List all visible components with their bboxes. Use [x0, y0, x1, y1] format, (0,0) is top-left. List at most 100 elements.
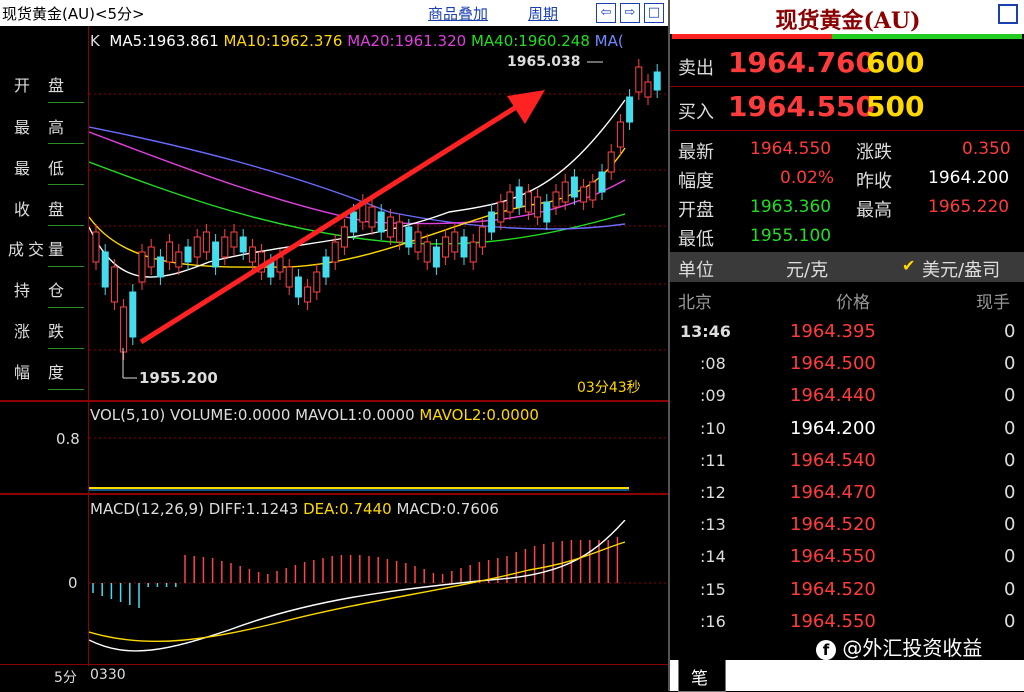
- tick-header-volume: 现手: [976, 293, 1010, 313]
- macd-chart[interactable]: [89, 520, 667, 664]
- next-arrow-icon[interactable]: ⇨: [620, 3, 640, 23]
- tick-time: :13: [700, 515, 726, 535]
- high-annotation: 1965.038: [507, 54, 581, 70]
- date-indicator: 0330: [90, 667, 126, 683]
- tick-price: 1964.440: [790, 385, 876, 407]
- label-volume: 成交量: [8, 240, 69, 259]
- divider: [48, 348, 84, 349]
- tick-volume: 0: [1004, 482, 1016, 503]
- candle-body: [460, 236, 468, 258]
- candle-body: [239, 236, 247, 253]
- macd-label: MACD(12,26,9): [90, 500, 204, 518]
- tick-time: :08: [700, 354, 726, 374]
- label-high: 最高: [14, 118, 83, 137]
- high-marker: 1965.038: [507, 54, 603, 70]
- candle-body: [607, 151, 615, 173]
- candle-body: [423, 241, 431, 263]
- tick-row: :10 1964.200 0: [670, 415, 1024, 445]
- watermark: f @外汇投资收益: [816, 632, 982, 661]
- macd-legend: MACD(12,26,9) DIFF:1.1243 DEA:0.7440 MAC…: [90, 500, 499, 518]
- candle-body: [248, 246, 256, 263]
- label-change: 涨跌: [14, 322, 83, 341]
- tab-ticks[interactable]: 笔: [678, 660, 726, 692]
- candle-body: [175, 251, 183, 268]
- candle-body: [488, 211, 496, 233]
- trend-arrow-icon: [139, 90, 545, 345]
- tick-row: :14 1964.550 0: [670, 543, 1024, 573]
- candle-body: [524, 191, 532, 213]
- macd-line: [89, 520, 626, 652]
- kline-legend: K MA5:1963.861 MA10:1962.376 MA20:1961.3…: [90, 32, 624, 50]
- label-open: 开盘: [14, 76, 83, 95]
- tick-header-price: 价格: [836, 293, 870, 313]
- ma10-value: MA10:1962.376: [223, 32, 343, 50]
- layout-icon[interactable]: □: [644, 3, 664, 23]
- candle-body: [616, 121, 624, 148]
- candle-body: [561, 181, 569, 203]
- candle-body: [184, 246, 192, 263]
- buy-volume: 500: [866, 90, 925, 123]
- period-link[interactable]: 周期: [528, 3, 558, 24]
- label-low: 最低: [14, 159, 83, 178]
- candle-body: [598, 171, 606, 193]
- kline-chart[interactable]: 1955.200 1965.038 03分43秒: [89, 52, 667, 400]
- divider: [48, 266, 84, 267]
- divider: [48, 143, 84, 144]
- sell-label: 卖出: [678, 58, 714, 79]
- tick-time: :14: [700, 547, 726, 567]
- pct-label: 幅度: [678, 171, 714, 192]
- ma-more: MA(: [594, 32, 624, 50]
- divider: [0, 493, 668, 495]
- change-label: 涨跌: [856, 142, 892, 163]
- candle-body: [110, 266, 118, 303]
- low-annotation: 1955.200: [139, 369, 218, 387]
- unit-value[interactable]: 元/克: [786, 256, 828, 282]
- pct-value: 0.02%: [780, 168, 835, 188]
- candle-body: [221, 236, 229, 258]
- tick-time: :10: [700, 418, 726, 438]
- kline-prefix: K: [90, 32, 100, 50]
- mavol2-value: MAVOL2:0.0000: [419, 406, 539, 424]
- candle-body: [368, 206, 376, 228]
- high-value: 1965.220: [928, 197, 1010, 217]
- candle-body: [340, 226, 348, 248]
- candle-body: [589, 181, 597, 201]
- tick-time: :12: [700, 483, 726, 502]
- candle-body: [396, 221, 404, 243]
- tick-volume: 0: [1004, 385, 1016, 407]
- tick-price: 1964.550: [790, 546, 876, 568]
- dea-value: DEA:0.7440: [303, 500, 392, 518]
- candle-body: [644, 81, 652, 98]
- buy-price[interactable]: 1964.550: [728, 90, 875, 123]
- sentiment-bar-green: [832, 34, 1022, 39]
- tab-bar: 笔: [670, 660, 1024, 692]
- candle-body: [377, 211, 385, 233]
- candle-body: [350, 211, 358, 233]
- candle-body: [129, 291, 137, 338]
- divider: [0, 400, 668, 402]
- candle-body: [294, 276, 302, 298]
- candle-body: [166, 241, 174, 263]
- unit-alt[interactable]: 美元/盎司: [922, 256, 1000, 282]
- maximize-icon[interactable]: [998, 4, 1018, 24]
- ma40-value: MA40:1960.248: [470, 32, 590, 50]
- overlay-link[interactable]: 商品叠加: [428, 3, 488, 24]
- prev-close-label: 昨收: [856, 171, 892, 192]
- low-value: 1955.100: [750, 226, 832, 246]
- ma20-value: MA20:1961.320: [347, 32, 467, 50]
- prev-arrow-icon[interactable]: ⇦: [596, 3, 616, 23]
- sell-volume: 600: [866, 46, 925, 79]
- candle-body: [552, 191, 560, 208]
- candle-body: [202, 231, 210, 253]
- sell-price[interactable]: 1964.760: [728, 46, 875, 79]
- facebook-icon: f: [816, 640, 836, 660]
- tick-price: 1964.500: [790, 353, 876, 375]
- candle-body: [331, 241, 339, 263]
- candle-body: [405, 226, 413, 248]
- volume-chart[interactable]: [89, 430, 667, 492]
- divider: [48, 307, 84, 308]
- tick-list[interactable]: 13:46 1964.395 0:08 1964.500 0:09 1964.440 0:1…: [670, 318, 1024, 654]
- macd-value: MACD:0.7606: [396, 500, 499, 518]
- candle-body: [432, 246, 440, 268]
- tick-volume: 0: [1004, 546, 1016, 568]
